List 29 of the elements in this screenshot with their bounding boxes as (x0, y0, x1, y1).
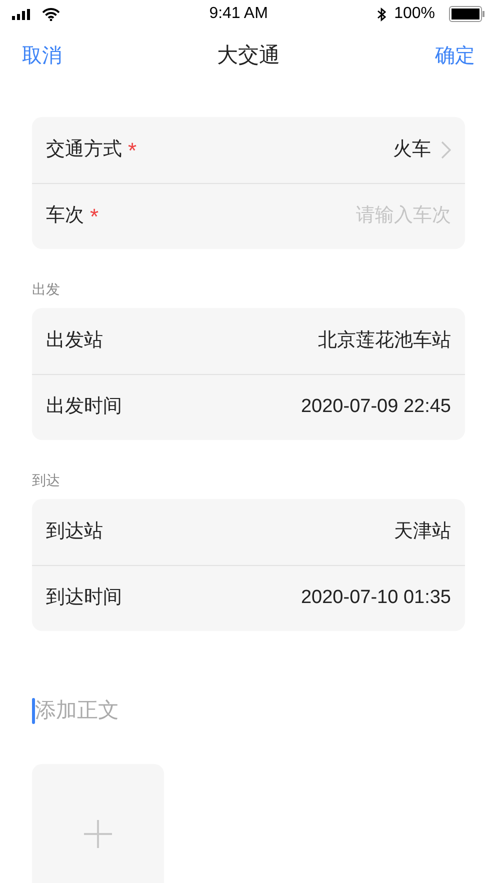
signal-icon (12, 8, 30, 20)
field-label: 到达站 (46, 520, 103, 544)
required-mark: * (128, 136, 137, 164)
field-value: 北京莲花池车站 (318, 328, 451, 353)
cancel-button[interactable]: 取消 (22, 41, 62, 71)
section-header: 出发 (32, 280, 61, 299)
field-value: 2020-07-10 01:35 (300, 586, 451, 610)
field-label: 出发站 (46, 328, 103, 353)
body-text-field[interactable]: 添加正文 (35, 695, 335, 727)
battery-percent: 100% (394, 4, 435, 24)
select-control[interactable]: 火车 (393, 136, 451, 164)
status-time: 9:41 AM (209, 4, 268, 24)
text-cursor (32, 698, 35, 724)
field-label: 车次 (46, 204, 84, 228)
page-title: 大交通 (217, 43, 280, 70)
field-value: 2020-07-09 22:45 (300, 395, 451, 420)
plus-icon (84, 820, 112, 848)
add-image-button[interactable] (32, 764, 164, 883)
confirm-button[interactable]: 确定 (435, 41, 475, 71)
wifi-icon (42, 8, 60, 20)
required-mark: * (90, 203, 99, 231)
bluetooth-icon (377, 6, 386, 22)
section-header: 到达 (32, 471, 61, 490)
battery-icon (449, 6, 485, 22)
chevron-icon (441, 141, 451, 159)
field-label: 到达时间 (46, 586, 122, 610)
field-label: 出发时间 (46, 395, 122, 420)
field-value: 天津站 (394, 520, 451, 544)
field-label: 交通方式 (46, 138, 122, 162)
